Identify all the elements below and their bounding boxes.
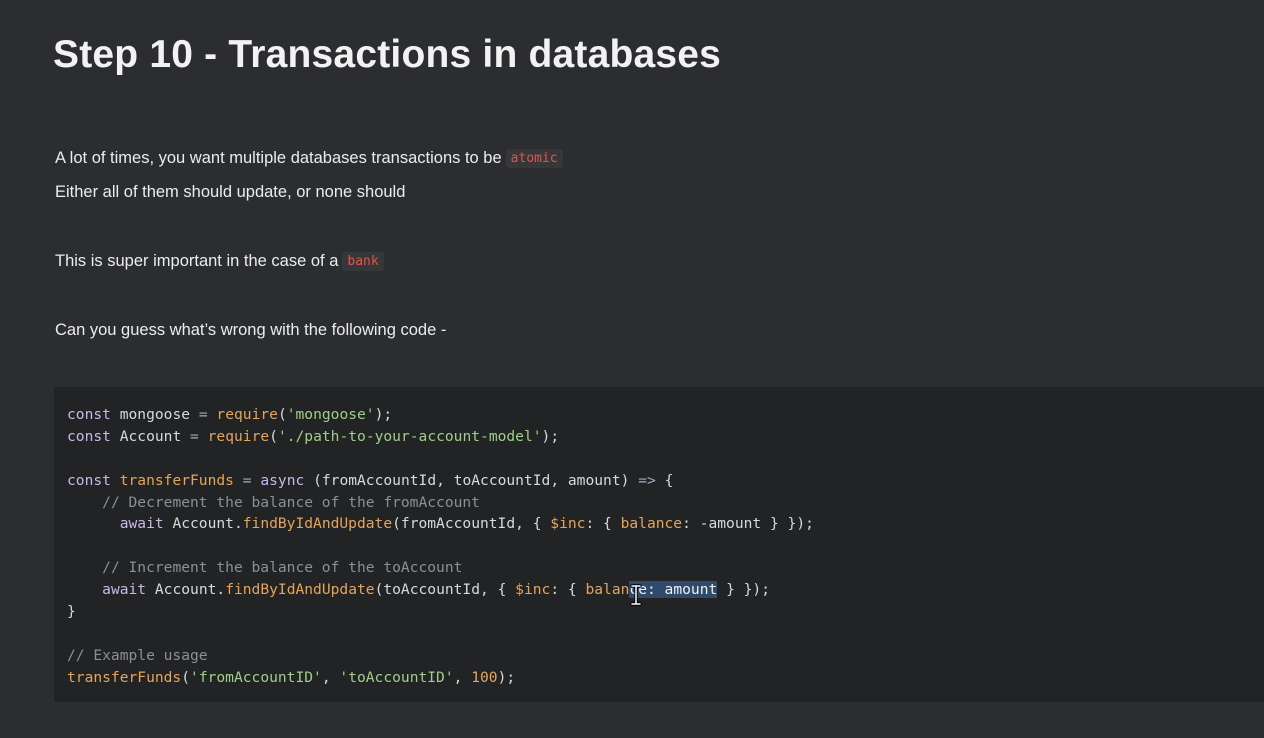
- code-operator: =: [198, 406, 208, 423]
- paragraph-bank: This is super important in the case of a…: [55, 252, 384, 271]
- code-operator: =: [242, 471, 252, 489]
- code-line: const Account = require('./path-to-your-…: [67, 426, 1264, 448]
- code-string: 'fromAccountID': [190, 668, 322, 686]
- code-function: findByIdAndUpdate: [225, 581, 375, 599]
- code-number: 100: [471, 668, 498, 686]
- code-operator: =>: [638, 471, 656, 489]
- code-line: await Account.findByIdAndUpdate(toAccoun…: [67, 579, 1264, 601]
- code-line: const mongoose = require('mongoose');: [67, 404, 1264, 426]
- inline-code-atomic: atomic: [505, 149, 563, 168]
- code-keyword: const: [67, 427, 111, 445]
- code-line: const transferFunds = async (fromAccount…: [67, 470, 1264, 492]
- code-block[interactable]: const mongoose = require('mongoose'); co…: [54, 387, 1264, 702]
- code-string: './path-to-your-account-model': [277, 427, 542, 445]
- code-line: // Example usage: [67, 645, 1264, 667]
- code-params: (fromAccountId, toAccountId, amount): [313, 471, 630, 489]
- code-function: transferFunds: [119, 471, 234, 489]
- code-operator: =: [190, 427, 199, 445]
- code-punct: : -amount } });: [682, 515, 814, 533]
- paragraph-text: This is super important in the case of a: [55, 252, 339, 270]
- code-punct: }: [67, 603, 76, 621]
- code-punct: (: [277, 406, 287, 423]
- code-identifier: mongoose: [119, 406, 191, 423]
- code-property: $inc: [550, 515, 586, 533]
- code-property: $inc: [515, 581, 551, 599]
- code-args: (toAccountId, {: [374, 581, 516, 599]
- code-punct: (: [181, 668, 191, 686]
- code-punct: );: [497, 668, 516, 686]
- code-property: balan: [585, 581, 630, 599]
- code-args: (fromAccountId, {: [392, 515, 551, 533]
- code-comment: // Decrement the balance of the fromAcco…: [102, 493, 480, 511]
- code-keyword: await: [119, 515, 164, 533]
- code-line: // Decrement the balance of the fromAcco…: [67, 492, 1264, 514]
- code-function: require: [207, 427, 270, 445]
- code-string: 'mongoose': [286, 406, 375, 423]
- page-title: Step 10 - Transactions in databases: [53, 33, 722, 76]
- code-function: transferFunds: [67, 668, 182, 686]
- code-keyword: await: [102, 581, 147, 599]
- code-identifier: Account: [119, 427, 182, 445]
- code-punct: ,: [321, 668, 340, 686]
- code-keyword: const: [67, 471, 111, 489]
- code-punct: } });: [717, 581, 770, 599]
- code-punct: (: [269, 427, 278, 445]
- code-punct: {: [664, 471, 674, 489]
- code-punct: : {: [550, 581, 586, 599]
- code-punct: ,: [453, 668, 472, 686]
- code-comment: // Increment the balance of the toAccoun…: [102, 559, 463, 577]
- paragraph-update: Either all of them should update, or non…: [55, 183, 406, 201]
- code-function: require: [216, 406, 278, 423]
- code-property: balance: [620, 515, 683, 533]
- code-line: }: [67, 601, 1264, 623]
- code-identifier: Account.: [154, 581, 226, 599]
- paragraph-question: Can you guess what’s wrong with the foll…: [55, 321, 447, 339]
- code-string: 'toAccountID': [339, 668, 454, 686]
- code-keyword: async: [260, 471, 305, 489]
- code-line: // Increment the balance of the toAccoun…: [67, 557, 1264, 579]
- code-punct: );: [374, 406, 393, 423]
- code-punct: );: [541, 427, 560, 445]
- paragraph-text: A lot of times, you want multiple databa…: [55, 149, 502, 167]
- code-identifier: Account.: [172, 515, 243, 533]
- code-punct: : {: [585, 515, 621, 533]
- code-line: await Account.findByIdAndUpdate(fromAcco…: [67, 513, 1264, 535]
- code-line: transferFunds('fromAccountID', 'toAccoun…: [67, 667, 1264, 689]
- inline-code-bank: bank: [342, 252, 384, 271]
- code-comment: // Example usage: [67, 646, 208, 664]
- text-cursor-icon: [630, 584, 642, 606]
- code-keyword: const: [67, 406, 111, 423]
- code-function: findByIdAndUpdate: [242, 515, 393, 533]
- paragraph-atomic: A lot of times, you want multiple databa…: [55, 149, 563, 168]
